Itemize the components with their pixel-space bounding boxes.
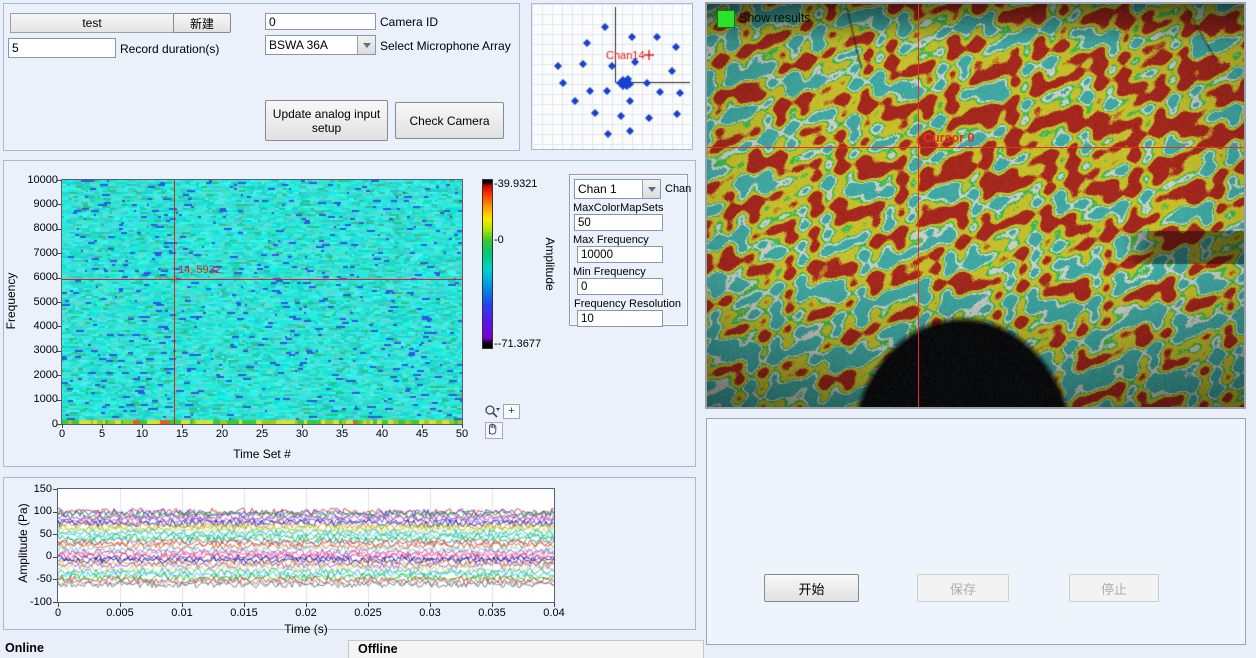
record-duration-input[interactable] bbox=[8, 38, 116, 58]
max-colormap-sets-label: MaxColorMapSets bbox=[573, 202, 663, 214]
min-frequency-input[interactable] bbox=[577, 278, 663, 295]
start-button[interactable]: 开始 bbox=[764, 574, 859, 602]
frequency-resolution-input[interactable] bbox=[577, 310, 663, 327]
amplitude-axis-label: Amplitude bbox=[543, 214, 557, 314]
mic-array-select[interactable]: BSWA 36A bbox=[265, 35, 376, 55]
mic-array-plot[interactable] bbox=[532, 4, 692, 149]
check-camera-button[interactable]: Check Camera bbox=[395, 102, 504, 139]
setup-panel: test 新建 Record duration(s) Camera ID BSW… bbox=[3, 3, 520, 151]
camera-id-input[interactable] bbox=[265, 13, 376, 30]
offline-status: Offline bbox=[349, 641, 398, 658]
spectrogram-cursor-label: 14, 5932 bbox=[178, 264, 221, 276]
amplitude-colorbar[interactable] bbox=[482, 179, 493, 349]
pan-tool-icon[interactable] bbox=[485, 422, 503, 439]
chevron-down-icon[interactable] bbox=[642, 180, 660, 198]
camera-id-label: Camera ID bbox=[380, 15, 438, 29]
waveform-image[interactable] bbox=[58, 489, 554, 602]
save-button[interactable]: 保存 bbox=[917, 574, 1009, 602]
colorbar-min-label: --71.3677 bbox=[494, 338, 541, 350]
stop-button[interactable]: 停止 bbox=[1069, 574, 1159, 602]
camera-cursor-label: Cursor 0 bbox=[923, 131, 974, 145]
time-axis-label: Time (s) bbox=[58, 622, 554, 636]
spectrogram-cursor-vline[interactable] bbox=[174, 180, 175, 424]
offline-status-strip: Offline bbox=[348, 640, 704, 658]
chevron-down-icon[interactable] bbox=[357, 36, 375, 54]
spectrogram-cursor-hline[interactable] bbox=[62, 279, 462, 280]
time-set-axis-label: Time Set # bbox=[62, 447, 462, 461]
online-status: Online bbox=[5, 641, 44, 655]
colorbar-zero-label: -0 bbox=[494, 234, 504, 246]
spectrogram-plot-area[interactable]: 14, 5932 bbox=[61, 179, 463, 425]
channel-select[interactable]: Chan 1 bbox=[574, 179, 661, 199]
zoom-tool-icon[interactable] bbox=[484, 404, 502, 419]
show-results-label: Show results bbox=[739, 11, 811, 25]
record-duration-label: Record duration(s) bbox=[120, 42, 219, 56]
analysis-controls-panel: Chan 1 Chan MaxColorMapSets Max Frequenc… bbox=[569, 174, 688, 326]
show-results-indicator[interactable] bbox=[717, 10, 735, 28]
max-frequency-label: Max Frequency bbox=[573, 234, 649, 246]
camera-view-frame: Cursor 0 Show results bbox=[705, 2, 1246, 409]
mic-array-label: Select Microphone Array bbox=[380, 39, 511, 53]
new-button[interactable]: 新建 bbox=[173, 13, 231, 33]
channel-selected-value: Chan 1 bbox=[575, 180, 642, 198]
waveform-plot-area[interactable] bbox=[57, 488, 555, 603]
update-analog-input-button[interactable]: Update analog input setup bbox=[265, 100, 388, 141]
test-name-display[interactable]: test bbox=[10, 13, 174, 33]
camera-image[interactable] bbox=[707, 4, 1244, 407]
mic-array-panel bbox=[531, 3, 693, 150]
cursor-tool-icon[interactable]: + bbox=[503, 404, 520, 419]
frequency-resolution-label: Frequency Resolution bbox=[574, 298, 681, 310]
spectrogram-image[interactable] bbox=[62, 180, 462, 424]
transport-panel: 开始 保存 停止 bbox=[706, 418, 1246, 645]
colorbar-max-label: -39.9321 bbox=[494, 178, 537, 190]
channel-label: Chan bbox=[665, 183, 691, 195]
max-frequency-input[interactable] bbox=[577, 246, 663, 263]
camera-cursor-vline[interactable] bbox=[918, 4, 919, 407]
show-results-control: Show results bbox=[717, 10, 811, 28]
min-frequency-label: Min Frequency bbox=[573, 266, 646, 278]
mic-array-selected-value: BSWA 36A bbox=[266, 36, 357, 54]
graph-palette: + bbox=[484, 404, 524, 440]
waveform-panel: Amplitude (Pa) Time (s) 150100500-50-100… bbox=[3, 477, 696, 630]
max-colormap-sets-input[interactable] bbox=[574, 214, 663, 231]
camera-cursor-hline[interactable] bbox=[707, 147, 1244, 148]
